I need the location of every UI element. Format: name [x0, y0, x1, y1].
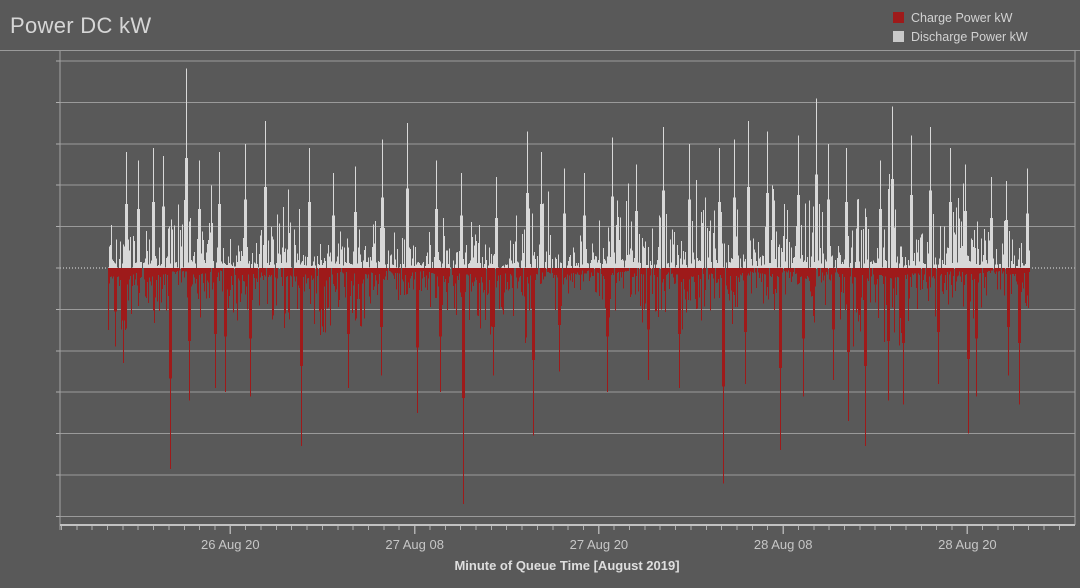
x-axis-title: Minute of Queue Time [August 2019] [454, 558, 679, 573]
x-tick-label-3: 27 Aug 20 [570, 537, 629, 552]
tableau-dashboard: Power DC kW Charge Power kW Discharge Po… [0, 0, 1080, 588]
chart-plot-area[interactable] [0, 0, 1080, 588]
x-tick-label-4: 28 Aug 08 [754, 537, 813, 552]
x-tick-label-1: 26 Aug 20 [201, 537, 260, 552]
x-tick-label-5: 28 Aug 20 [938, 537, 997, 552]
x-tick-label-2: 27 Aug 08 [385, 537, 444, 552]
